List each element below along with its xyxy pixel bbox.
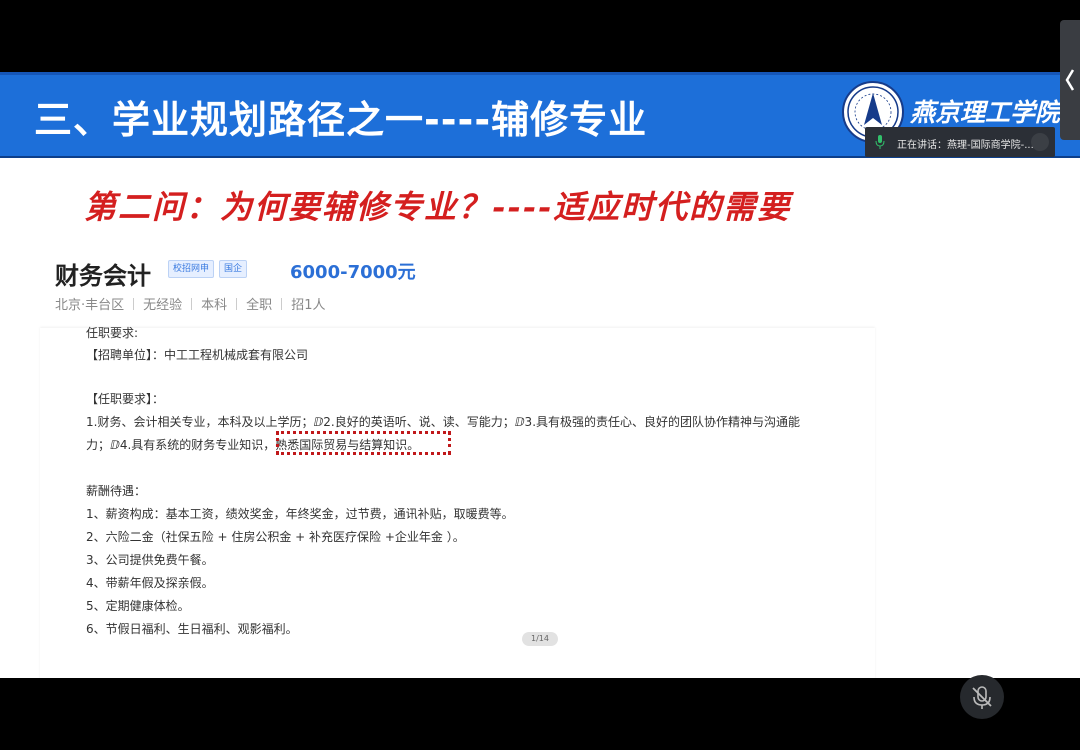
- mic-muted-icon: [972, 686, 992, 709]
- desc-line: 6、节假日福利、生日福利、观影福利。: [86, 622, 298, 636]
- desc-line: 2、六险二金（社保五险 + 住房公积金 + 补充医疗保险 +企业年金 ）。: [86, 530, 465, 544]
- desc-line: 任职要求:: [86, 326, 139, 340]
- desc-line: 3、公司提供免费午餐。: [86, 553, 214, 567]
- job-title: 财务会计: [55, 262, 151, 290]
- job-location: 北京·丰台区: [55, 298, 125, 313]
- desc-line: 1、薪资构成：基本工资，绩效奖金，年终奖金，过节费，通讯补贴，取暖费等。: [86, 507, 514, 521]
- desc-line: 4、带薪年假及探亲假。: [86, 576, 214, 590]
- slide-subtitle: 第二问：为何要辅修专业？----适应时代的需要: [84, 188, 792, 226]
- desc-line: 5、定期健康体检。: [86, 599, 190, 613]
- job-headcount: 招1人: [291, 298, 326, 313]
- speaking-indicator: 正在讲话：燕理-国际商学院-...: [865, 127, 1055, 157]
- desc-line: 【招聘单位】：中工工程机械成套有限公司: [86, 348, 309, 362]
- side-panel-toggle[interactable]: [1060, 20, 1080, 140]
- job-type: 全职: [246, 298, 273, 313]
- desc-line: 薪酬待遇：: [86, 484, 147, 498]
- presentation-slide: 三、学业规划路径之一----辅修专业 燕京理工学院 正在讲话：燕理-国际商学院-…: [0, 72, 1080, 678]
- speaker-avatar: [1031, 133, 1049, 151]
- chevron-left-icon: [1065, 69, 1075, 91]
- job-tag: 国企: [219, 260, 248, 278]
- slide-title: 三、学业规划路径之一----辅修专业: [34, 98, 648, 142]
- mute-button[interactable]: [960, 675, 1004, 719]
- job-education: 本科: [201, 298, 228, 313]
- job-description: 任职要求: 【招聘单位】：中工工程机械成套有限公司 【任职要求】： 1.财务、会…: [40, 326, 875, 678]
- speaking-text: 正在讲话：燕理-国际商学院-...: [897, 140, 1034, 151]
- mic-icon: [875, 135, 885, 149]
- slide-banner: 三、学业规划路径之一----辅修专业 燕京理工学院 正在讲话：燕理-国际商学院-…: [0, 72, 1080, 158]
- job-salary: 6000-7000元: [290, 262, 416, 283]
- highlight-box: [276, 431, 451, 455]
- job-meta: 北京·丰台区 无经验 本科 全职 招1人: [55, 294, 325, 313]
- desc-line: 【任职要求】：: [86, 392, 165, 406]
- job-experience: 无经验: [143, 298, 183, 313]
- job-tag: 校招网申: [168, 260, 215, 278]
- desc-line: 1.财务、会计相关专业，本科及以上学历；ⅅ2.良好的英语听、说、读、写能力；ⅅ3…: [86, 415, 801, 429]
- school-name: 燕京理工学院: [910, 98, 1061, 127]
- page-indicator: 1/14: [522, 632, 558, 646]
